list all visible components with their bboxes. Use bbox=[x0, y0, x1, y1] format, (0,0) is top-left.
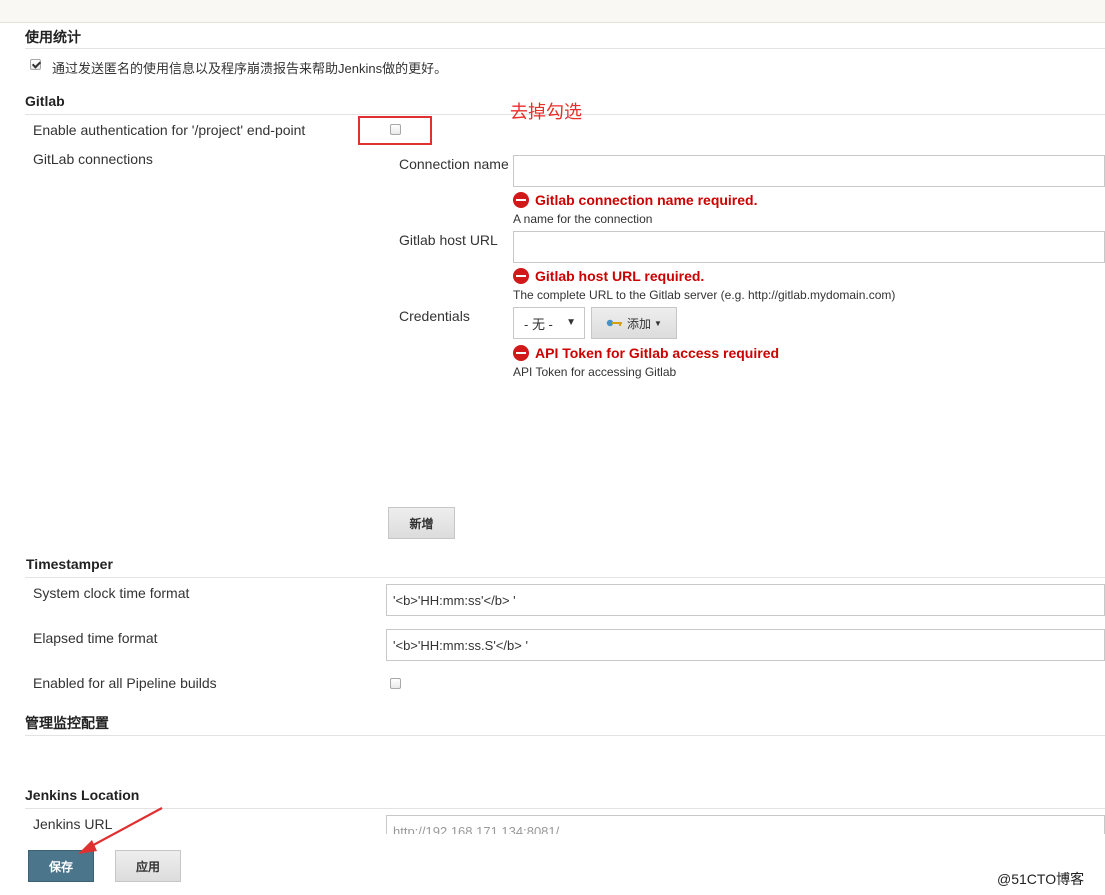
error-icon bbox=[513, 345, 529, 361]
connection-name-help: A name for the connection bbox=[513, 212, 653, 226]
system-clock-label: System clock time format bbox=[33, 585, 190, 601]
system-clock-input[interactable] bbox=[386, 584, 1105, 616]
enable-auth-label: Enable authentication for '/project' end… bbox=[33, 122, 306, 138]
enable-auth-checkbox[interactable] bbox=[390, 124, 401, 135]
top-header-strip bbox=[0, 0, 1105, 23]
timestamper-section-title: Timestamper bbox=[26, 556, 113, 572]
gitlab-connections-label: GitLab connections bbox=[33, 151, 153, 167]
elapsed-time-input[interactable] bbox=[386, 629, 1105, 661]
connection-name-error: Gitlab connection name required. bbox=[513, 192, 757, 208]
add-credentials-button[interactable]: 添加 ▼ bbox=[591, 307, 677, 339]
section-divider bbox=[25, 577, 1105, 578]
annotation-text: 去掉勾选 bbox=[510, 102, 582, 122]
credentials-help: API Token for accessing Gitlab bbox=[513, 365, 677, 379]
credentials-select[interactable]: - 无 - ▼ bbox=[513, 307, 585, 339]
connection-name-label: Connection name bbox=[399, 156, 509, 172]
section-divider bbox=[25, 735, 1105, 736]
annotation-arrow bbox=[78, 807, 163, 854]
host-url-error-text: Gitlab host URL required. bbox=[535, 268, 705, 284]
credentials-label: Credentials bbox=[399, 308, 470, 324]
credentials-error: API Token for Gitlab access required bbox=[513, 345, 779, 361]
usage-stats-checkbox[interactable] bbox=[30, 59, 41, 70]
usage-stats-label: 通过发送匿名的使用信息以及程序崩溃报告来帮助Jenkins做的更好。 bbox=[52, 61, 448, 76]
add-connection-button[interactable]: 新增 bbox=[388, 507, 455, 539]
section-divider bbox=[25, 48, 1105, 49]
connection-name-input[interactable] bbox=[513, 155, 1105, 187]
host-url-error: Gitlab host URL required. bbox=[513, 268, 704, 284]
error-icon bbox=[513, 268, 529, 284]
pipeline-builds-checkbox[interactable] bbox=[390, 678, 401, 689]
jenkins-location-section-title: Jenkins Location bbox=[25, 787, 140, 803]
error-icon bbox=[513, 192, 529, 208]
credentials-error-text: API Token for Gitlab access required bbox=[535, 345, 780, 361]
elapsed-time-label: Elapsed time format bbox=[33, 630, 158, 646]
credentials-selected-value: - 无 - bbox=[524, 316, 553, 332]
pipeline-builds-label: Enabled for all Pipeline builds bbox=[33, 675, 217, 691]
host-url-label: Gitlab host URL bbox=[399, 232, 498, 248]
host-url-input[interactable] bbox=[513, 231, 1105, 263]
watermark: @51CTO博客 bbox=[997, 871, 1085, 887]
key-icon bbox=[606, 319, 623, 327]
jenkins-url-input[interactable] bbox=[386, 815, 1105, 834]
gitlab-section-title: Gitlab bbox=[25, 93, 65, 109]
caret-down-icon: ▼ bbox=[654, 318, 662, 328]
add-credentials-label: 添加 bbox=[627, 316, 652, 331]
host-url-help: The complete URL to the Gitlab server (e… bbox=[513, 288, 896, 302]
monitor-section-title: 管理监控配置 bbox=[25, 715, 109, 731]
connection-name-error-text: Gitlab connection name required. bbox=[535, 192, 758, 208]
dropdown-arrow-icon: ▼ bbox=[566, 317, 576, 328]
usage-section-title: 使用统计 bbox=[25, 29, 81, 45]
